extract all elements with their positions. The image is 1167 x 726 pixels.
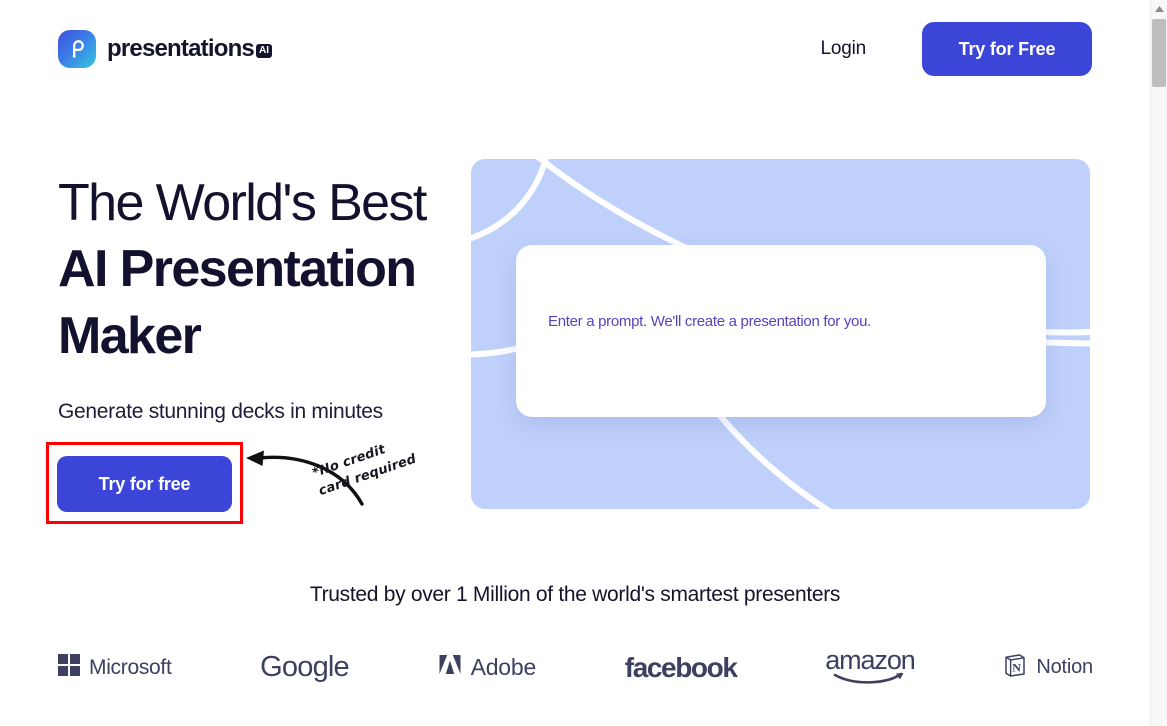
header-actions: Login Try for Free bbox=[821, 22, 1092, 76]
logo-label-notion: Notion bbox=[1036, 656, 1093, 678]
vertical-scrollbar[interactable] bbox=[1150, 0, 1167, 726]
notion-cube-icon: N bbox=[1003, 653, 1027, 683]
headline-line-3: Maker bbox=[58, 307, 202, 365]
logo-amazon: amazon bbox=[825, 645, 916, 690]
site-header: presentations AI Login Try for Free bbox=[0, 0, 1150, 100]
prompt-placeholder-text: Enter a prompt. We'll create a presentat… bbox=[548, 313, 871, 330]
page-title: The World's Best AI Presentation Maker bbox=[58, 170, 458, 370]
brand-logo[interactable]: presentations AI bbox=[58, 30, 272, 68]
headline-line-2: AI Presentation bbox=[58, 240, 417, 298]
brand-name-text: presentations bbox=[107, 35, 255, 62]
microsoft-squares-icon bbox=[58, 654, 80, 681]
headline-line-1: The World's Best bbox=[58, 174, 427, 232]
prompt-input-card[interactable]: Enter a prompt. We'll create a presentat… bbox=[516, 245, 1046, 417]
no-credit-card-note: *No credit card required bbox=[310, 426, 436, 501]
scroll-up-arrow-icon[interactable] bbox=[1151, 0, 1167, 17]
svg-text:N: N bbox=[1013, 660, 1022, 674]
page-root: presentations AI Login Try for Free The W… bbox=[0, 0, 1167, 726]
logo-microsoft: Microsoft bbox=[58, 654, 172, 681]
amazon-smile-icon bbox=[833, 672, 907, 690]
logo-label-microsoft: Microsoft bbox=[89, 655, 172, 679]
presentations-p-logo-icon bbox=[58, 30, 96, 68]
hero-subtitle: Generate stunning decks in minutes bbox=[58, 400, 383, 423]
trusted-by-heading: Trusted by over 1 Million of the world's… bbox=[309, 583, 841, 606]
brand-ai-chip: AI bbox=[255, 44, 272, 58]
logo-label-google: Google bbox=[260, 651, 350, 683]
hero-copy: The World's Best AI Presentation Maker G… bbox=[58, 170, 458, 424]
try-for-free-hero-button[interactable]: Try for free bbox=[57, 456, 232, 512]
customer-logo-row: Microsoft Google Adobe facebook amazon N… bbox=[58, 645, 1093, 690]
browser-viewport: presentations AI Login Try for Free The W… bbox=[0, 0, 1150, 726]
login-link[interactable]: Login bbox=[821, 38, 867, 60]
hero-cta-zone: Try for free *No credit card required bbox=[46, 442, 446, 542]
try-for-free-header-button[interactable]: Try for Free bbox=[922, 22, 1092, 76]
logo-label-adobe: Adobe bbox=[470, 654, 537, 680]
logo-adobe: Adobe bbox=[438, 653, 537, 682]
logo-label-facebook: facebook bbox=[624, 651, 738, 683]
scrollbar-thumb[interactable] bbox=[1152, 19, 1166, 87]
logo-facebook: facebook bbox=[624, 651, 738, 684]
hero-promo-card: Enter a prompt. We'll create a presentat… bbox=[471, 159, 1090, 509]
logo-google: Google bbox=[260, 651, 350, 684]
adobe-a-icon bbox=[438, 653, 462, 682]
logo-notion: N Notion bbox=[1003, 653, 1093, 683]
brand-wordmark: presentations AI bbox=[107, 35, 272, 63]
scrollbar-track[interactable] bbox=[1151, 17, 1167, 726]
